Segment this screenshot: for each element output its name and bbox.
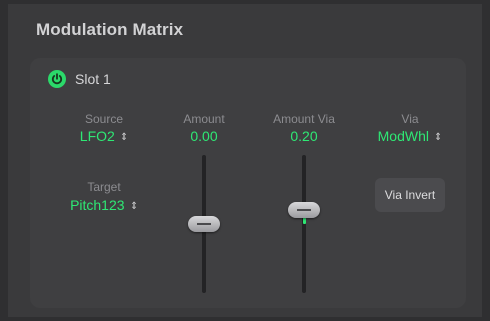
amount-via-slider-track[interactable] [302,155,306,293]
target-value: Pitch123 [70,197,125,213]
amount-via-slider-handle[interactable] [288,202,320,218]
amount-label: Amount [183,112,225,126]
amount-via-value[interactable]: 0.20 [264,128,344,144]
panel-title: Modulation Matrix [36,20,184,39]
slot-label: Slot 1 [75,71,111,87]
up-down-chevron-icon: ⇕ [129,201,138,212]
via-select[interactable]: ModWhl ⇕ [355,128,465,144]
source-select[interactable]: LFO2 ⇕ [54,128,154,144]
via-value: ModWhl [377,128,429,144]
source-label: Source [84,112,124,126]
up-down-chevron-icon: ⇕ [434,132,442,143]
target-select[interactable]: Pitch123 ⇕ [44,197,164,213]
target-label: Target [87,180,121,194]
up-down-chevron-icon: ⇕ [120,132,128,143]
amount-value[interactable]: 0.00 [164,128,244,144]
slot-power-button[interactable] [48,70,66,88]
via-invert-button[interactable]: Via Invert [375,178,445,212]
amount-via-label: Amount Via [273,112,335,126]
source-value: LFO2 [79,128,115,144]
via-label: Via [401,112,419,126]
amount-slider-handle[interactable] [188,216,220,232]
power-icon [51,73,63,85]
